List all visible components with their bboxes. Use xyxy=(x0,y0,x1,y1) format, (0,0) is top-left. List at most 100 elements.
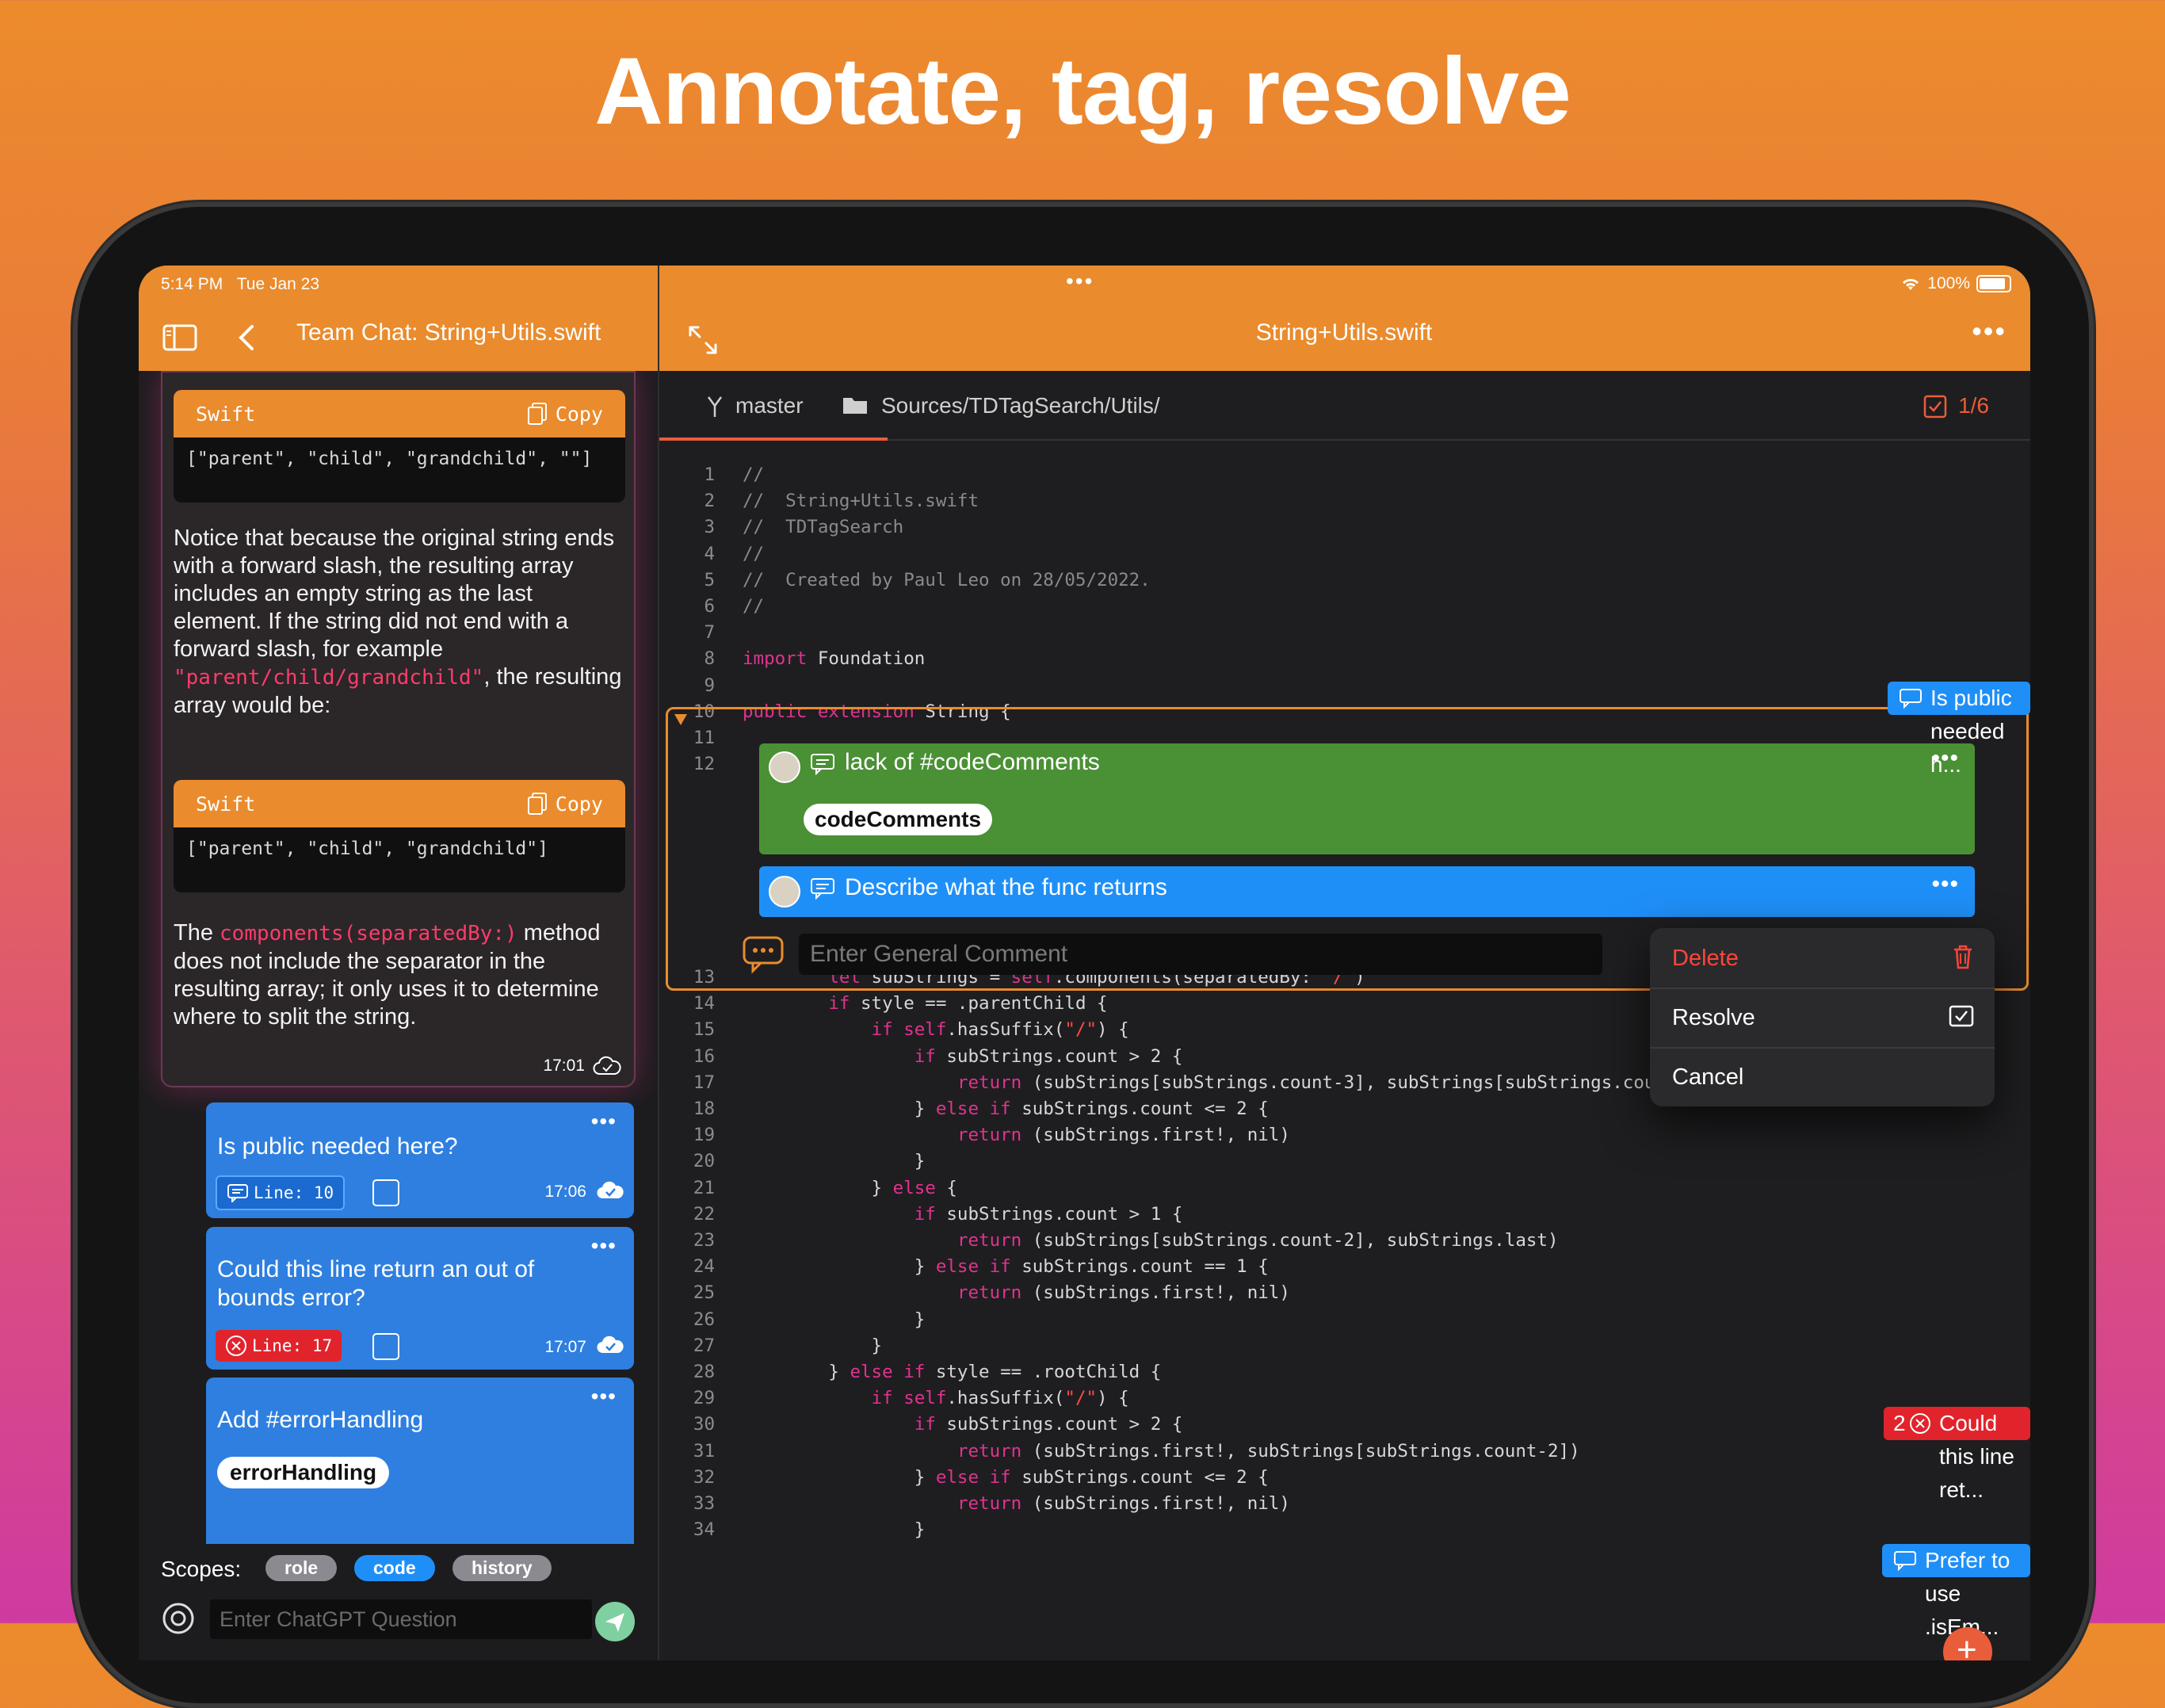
line-number: 2 xyxy=(704,491,715,511)
line-code: // String+Utils.swift xyxy=(743,491,979,511)
line-number: 9 xyxy=(704,675,715,696)
line-number: 28 xyxy=(693,1362,715,1382)
side-tag-line17[interactable]: 2 Could this line ret... xyxy=(1884,1407,2030,1502)
line-code: return (subStrings[subStrings.count-2], … xyxy=(956,1230,1559,1251)
more-icon[interactable]: ••• xyxy=(591,1233,617,1259)
resolve-menu-item[interactable]: Resolve xyxy=(1650,988,1995,1049)
avatar xyxy=(769,876,800,907)
line-code: } xyxy=(743,1335,883,1356)
navigation-bar: Team Chat: String+Utils.swift String+Uti… xyxy=(139,304,2030,371)
line-code: if self.hasSuffix("/") { xyxy=(871,1019,1129,1040)
more-icon[interactable]: ••• xyxy=(591,1384,617,1409)
line-code: return (subStrings.first!, nil) xyxy=(956,1493,1290,1514)
annotation-green[interactable]: lack of #codeComments ••• codeComments xyxy=(759,743,1975,854)
comment-time: 17:07 xyxy=(544,1338,586,1356)
line-code: return (subStrings.first!, nil) xyxy=(956,1282,1290,1303)
line-number: 20 xyxy=(693,1151,715,1171)
line-number: 4 xyxy=(704,544,715,564)
line-code: import Foundation xyxy=(743,648,926,669)
battery-percent: 100% xyxy=(1927,274,1970,292)
line-code: // TDTagSearch xyxy=(743,517,904,537)
copy-button[interactable]: Copy xyxy=(527,792,603,816)
line-number: 29 xyxy=(693,1388,715,1408)
error-circle-icon xyxy=(1910,1413,1930,1434)
line-code: } else if subStrings.count <= 2 { xyxy=(743,1099,1269,1119)
more-icon[interactable]: ••• xyxy=(1931,871,1959,898)
disclosure-triangle-icon[interactable] xyxy=(674,713,688,726)
more-options-icon[interactable]: ••• xyxy=(1972,315,2007,348)
resolve-counter: 1/6 xyxy=(1958,393,1989,418)
comment-icon xyxy=(1894,1551,1916,1571)
avatar xyxy=(769,751,800,783)
line-code: } else if subStrings.count <= 2 { xyxy=(743,1467,1269,1488)
comment-card[interactable]: ••• Could this line return an out of bou… xyxy=(206,1227,634,1370)
sidebar-toggle-icon[interactable] xyxy=(162,324,197,351)
line-number: 19 xyxy=(693,1125,715,1145)
comment-icon xyxy=(811,878,834,900)
chatgpt-question-input[interactable]: Enter ChatGPT Question xyxy=(210,1599,592,1639)
line-code: } else if subStrings.count == 1 { xyxy=(743,1256,1269,1277)
scope-role[interactable]: role xyxy=(265,1555,338,1581)
checklist-icon[interactable] xyxy=(1923,395,1947,418)
copy-button[interactable]: Copy xyxy=(527,402,603,426)
multitask-dots-icon[interactable]: ••• xyxy=(1066,269,1094,294)
status-date: Tue Jan 23 xyxy=(236,275,320,293)
code-language: Swift xyxy=(196,402,256,426)
cloud-synced-icon xyxy=(597,1181,624,1199)
comment-card[interactable]: ••• Add #errorHandling errorHandling xyxy=(206,1377,634,1552)
line-code: if self.hasSuffix("/") { xyxy=(871,1388,1129,1408)
message-time: 17:01 xyxy=(543,1057,585,1075)
copy-icon xyxy=(527,403,547,425)
chat-panel: Swift Copy ["parent", "child", "grandchi… xyxy=(139,371,658,1660)
line-number: 1 xyxy=(704,464,715,485)
line-chip[interactable]: Line: 17 xyxy=(216,1330,342,1362)
error-circle-icon xyxy=(226,1335,246,1356)
branch-name[interactable]: master xyxy=(735,393,804,418)
line-number: 18 xyxy=(693,1099,715,1119)
scopes-label: Scopes: xyxy=(161,1557,242,1581)
line-number: 26 xyxy=(693,1309,715,1330)
status-time: 5:14 PM xyxy=(161,275,223,293)
more-icon[interactable]: ••• xyxy=(591,1109,617,1134)
cloud-synced-icon xyxy=(597,1335,624,1354)
annotation-blue[interactable]: Describe what the func returns ••• xyxy=(759,866,1975,917)
comment-icon xyxy=(1900,689,1922,709)
line-code: // xyxy=(743,596,765,617)
assistant-message: Swift Copy ["parent", "child", "grandchi… xyxy=(161,371,636,1087)
line-chip[interactable]: Line: 10 xyxy=(216,1175,346,1210)
chatgpt-logo-icon xyxy=(162,1603,194,1634)
comment-card[interactable]: ••• Is public needed here? Line: 10 17:0… xyxy=(206,1102,634,1218)
line-number: 14 xyxy=(693,993,715,1014)
scope-history[interactable]: history xyxy=(452,1555,552,1581)
general-comment-input[interactable]: Enter General Comment xyxy=(799,934,1602,975)
comment-text: Add #errorHandling xyxy=(217,1407,424,1433)
side-tag-line22[interactable]: Prefer to use .isEm... xyxy=(1882,1544,2030,1639)
tag-pill[interactable]: errorHandling xyxy=(217,1457,390,1488)
line-number: 24 xyxy=(693,1256,715,1277)
line-number: 31 xyxy=(693,1441,715,1462)
tag-pill[interactable]: codeComments xyxy=(804,804,993,835)
line-code: if subStrings.count > 2 { xyxy=(914,1046,1183,1067)
file-path[interactable]: Sources/TDTagSearch/Utils/ xyxy=(881,393,1160,418)
line-number: 33 xyxy=(693,1493,715,1514)
delete-menu-item[interactable]: Delete xyxy=(1650,928,1995,989)
resolve-checkbox[interactable] xyxy=(372,1179,399,1206)
battery-icon xyxy=(1976,275,2011,292)
resolve-checkbox[interactable] xyxy=(372,1333,399,1360)
line-number: 16 xyxy=(693,1046,715,1067)
back-chevron-icon[interactable] xyxy=(238,324,255,351)
chat-bubble-icon[interactable] xyxy=(742,935,785,975)
inline-code: "parent/child/grandchild" xyxy=(174,666,484,690)
send-icon[interactable] xyxy=(594,1601,636,1642)
cancel-menu-item[interactable]: Cancel xyxy=(1650,1047,1995,1106)
status-bar: 5:14 PM Tue Jan 23 ••• 100% xyxy=(139,266,2030,304)
line-code: return (subStrings[subStrings.count-3], … xyxy=(956,1072,1677,1093)
copy-icon xyxy=(527,793,547,815)
line-code: // xyxy=(743,544,765,564)
scope-code[interactable]: code xyxy=(354,1555,435,1581)
side-tag-line10[interactable]: Is public needed h... xyxy=(1888,682,2030,777)
annotation-text: lack of #codeComments xyxy=(845,749,1100,775)
comment-time: 17:06 xyxy=(544,1183,586,1201)
checkbox-icon xyxy=(1949,1005,1974,1027)
comment-icon xyxy=(227,1184,248,1202)
